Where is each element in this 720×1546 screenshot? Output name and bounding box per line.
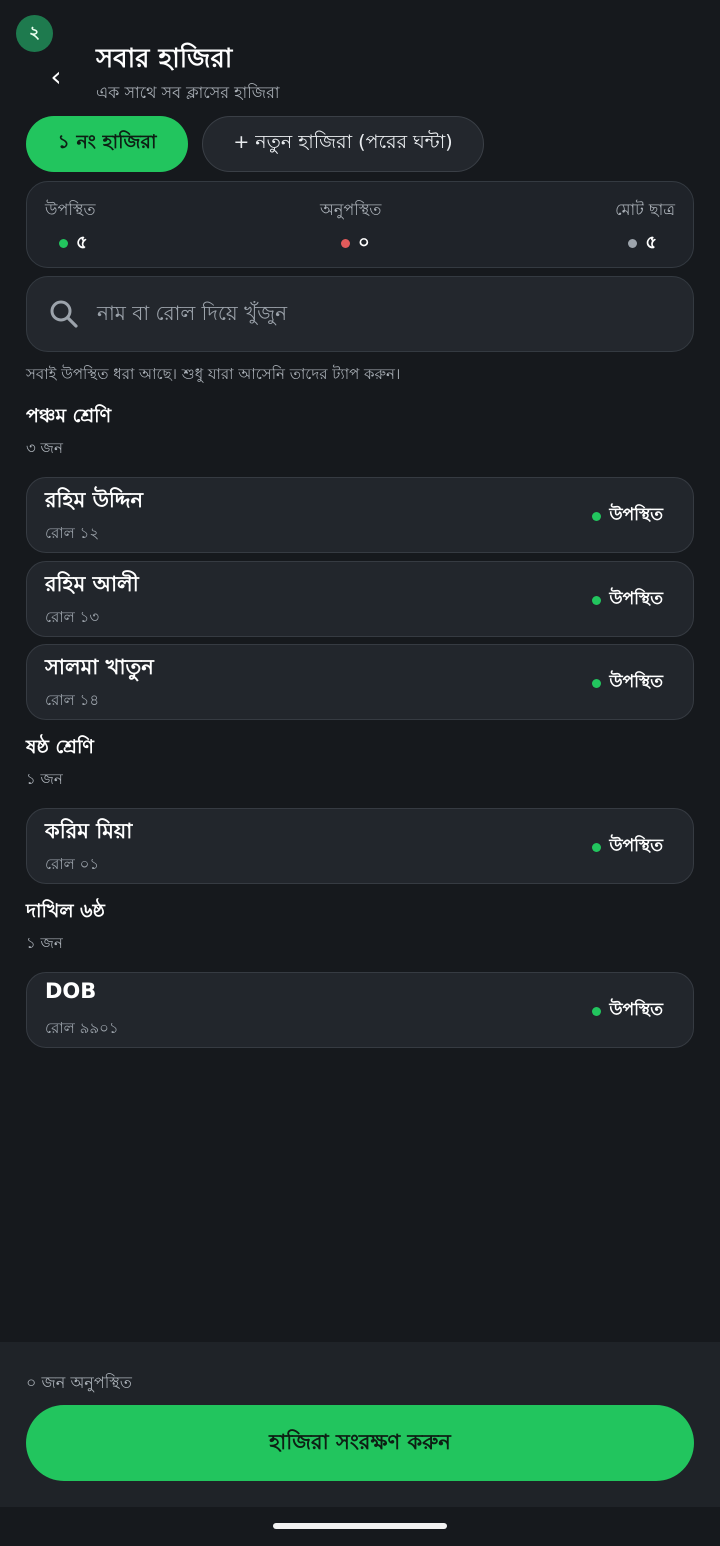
search-placeholder: নাম বা রোল দিয়ে খুঁজুন: [97, 301, 288, 325]
student-name: করিম মিয়া: [45, 819, 133, 843]
present-label: উপস্থিত: [45, 200, 96, 219]
green-dot-icon: [592, 678, 602, 688]
instruction-text: সবাই উপস্থিত ধরা আছে। শুধু যারা আসেনি তা…: [26, 365, 401, 383]
attendance-summary-card: উপস্থিত ৫ অনুপস্থিত ০ মোট ছাত্র ৫: [26, 181, 694, 268]
group-count: ১ জন: [26, 934, 63, 952]
total-value: ৫: [645, 232, 657, 253]
student-card[interactable]: সালমা খাতুন রোল ১৪ উপস্থিত: [26, 644, 694, 720]
present-value: ৫: [76, 232, 88, 253]
status-label: উপস্থিত: [609, 672, 663, 692]
group-count: ১ জন: [26, 770, 63, 788]
status-label: উপস্থিত: [609, 836, 663, 856]
student-roll: রোল ১৩: [45, 608, 100, 626]
tab-attendance-1[interactable]: ১ নং হাজিরা: [26, 116, 188, 172]
green-dot-icon: [592, 842, 602, 852]
status-label: উপস্থিত: [609, 505, 663, 525]
green-dot-icon: [592, 511, 602, 521]
student-name: সালমা খাতুন: [45, 655, 154, 679]
status-badge: উপস্থিত: [592, 833, 663, 861]
search-input[interactable]: নাম বা রোল দিয়ে খুঁজুন: [26, 276, 694, 352]
page-title: সবার হাজিরা: [96, 44, 233, 74]
status-badge: উপস্থিত: [592, 997, 663, 1025]
green-dot-icon: [592, 1006, 602, 1016]
student-name: রহিম উদ্দিন: [45, 488, 144, 512]
group-title: পঞ্চম শ্রেণি: [26, 405, 112, 427]
gray-dot-icon: [628, 239, 638, 248]
absent-value: ০: [358, 232, 370, 253]
absent-count: ০: [341, 228, 370, 259]
student-roll: রোল ১৪: [45, 691, 100, 709]
absent-summary: ০ জন অনুপস্থিত: [26, 1373, 132, 1392]
student-card[interactable]: রহিম আলী রোল ১৩ উপস্থিত: [26, 561, 694, 637]
total-label: মোট ছাত্র: [615, 200, 675, 219]
group-title: দাখিল ৬ষ্ঠ: [26, 900, 105, 922]
group-title: ষষ্ঠ শ্রেণি: [26, 736, 94, 758]
home-indicator[interactable]: [273, 1523, 447, 1529]
chevron-left-icon: ‹: [50, 59, 62, 93]
back-button[interactable]: ‹: [44, 58, 68, 94]
student-roll: রোল ১২: [45, 524, 100, 542]
status-label: উপস্থিত: [609, 589, 663, 609]
student-name: রহিম আলী: [45, 572, 139, 596]
notification-badge: ২: [16, 15, 53, 52]
total-count: ৫: [628, 228, 657, 259]
student-card[interactable]: DOB রোল ৯৯০১ উপস্থিত: [26, 972, 694, 1048]
student-name: DOB: [45, 979, 97, 1003]
save-attendance-button[interactable]: হাজিরা সংরক্ষণ করুন: [26, 1405, 694, 1481]
page-subtitle: এক সাথে সব ক্লাসের হাজিরা: [96, 83, 280, 102]
absent-label: অনুপস্থিত: [320, 200, 382, 219]
status-badge: উপস্থিত: [592, 502, 663, 530]
new-attendance-button[interactable]: + নতুন হাজিরা (পরের ঘন্টা): [202, 116, 484, 172]
student-roll: রোল ০১: [45, 855, 100, 873]
student-card[interactable]: রহিম উদ্দিন রোল ১২ উপস্থিত: [26, 477, 694, 553]
status-badge: উপস্থিত: [592, 586, 663, 614]
student-roll: রোল ৯৯০১: [45, 1019, 119, 1037]
group-count: ৩ জন: [26, 439, 63, 457]
student-card[interactable]: করিম মিয়া রোল ০১ উপস্থিত: [26, 808, 694, 884]
status-label: উপস্থিত: [609, 1000, 663, 1020]
status-badge: উপস্থিত: [592, 669, 663, 697]
red-dot-icon: [341, 239, 350, 248]
present-count: ৫: [59, 228, 88, 259]
green-dot-icon: [592, 595, 602, 605]
search-icon: [50, 300, 78, 328]
green-dot-icon: [59, 239, 68, 248]
